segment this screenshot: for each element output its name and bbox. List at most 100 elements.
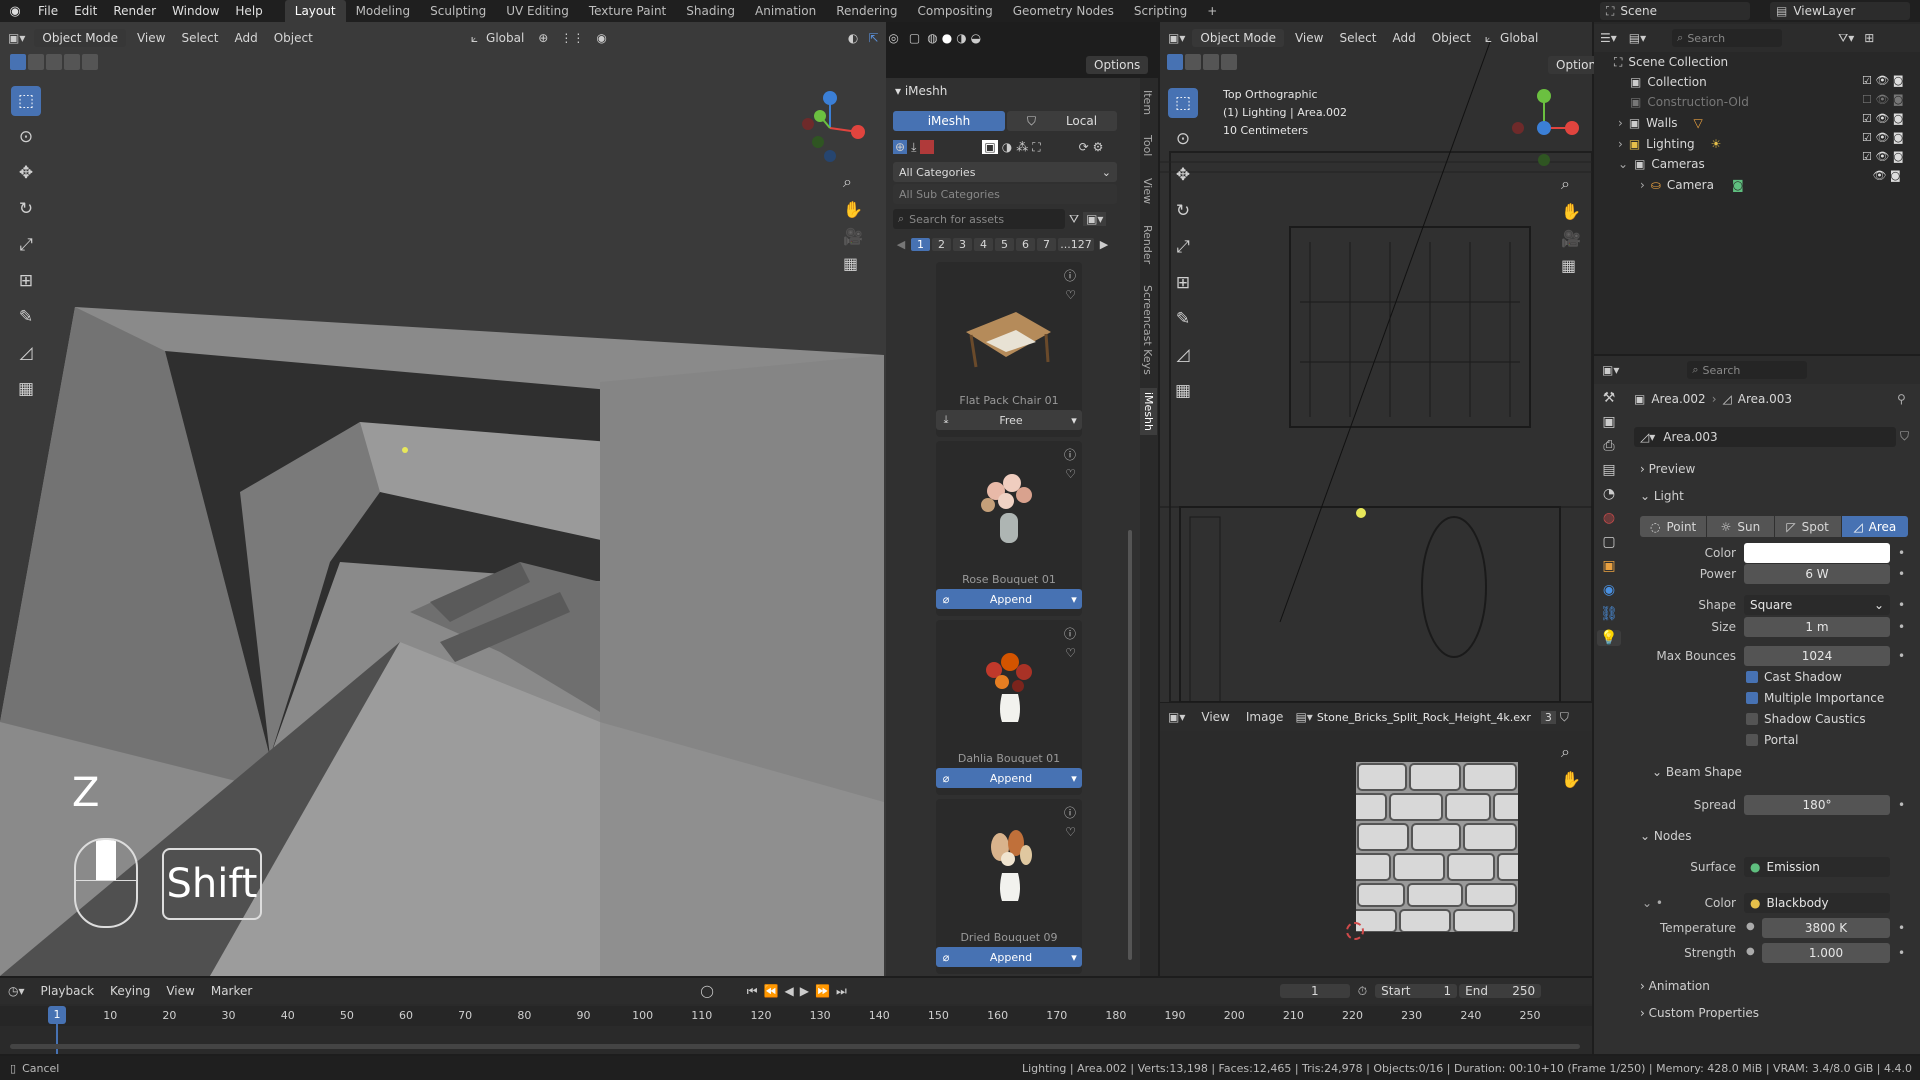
select-subtract-icon[interactable]: [46, 54, 62, 70]
shadow-caustics-checkbox[interactable]: Shadow Caustics: [1746, 712, 1866, 726]
page-4[interactable]: 4: [974, 237, 993, 251]
asset-search-input[interactable]: ⌕ Search for assets: [893, 209, 1065, 229]
menu-add[interactable]: Add: [1384, 31, 1423, 45]
shield-icon[interactable]: ⛉: [1900, 429, 1909, 444]
sidebar-tab-render[interactable]: Render: [1141, 225, 1154, 264]
temperature-field[interactable]: 3800 K: [1762, 918, 1890, 938]
pin-icon[interactable]: ⚲: [1897, 392, 1906, 406]
section-custom-properties[interactable]: › Custom Properties: [1640, 1006, 1759, 1020]
keyframe-dot-icon[interactable]: •: [1898, 946, 1905, 960]
menu-render[interactable]: Render: [105, 0, 164, 22]
select-new-icon[interactable]: [10, 54, 26, 70]
select-box-icon[interactable]: ⬚: [11, 86, 41, 116]
geo-nodes-filter-icon[interactable]: ⁂: [1016, 140, 1028, 154]
asset-append-button[interactable]: ⌀ Append ▾: [936, 589, 1082, 609]
move-icon[interactable]: ✥: [11, 158, 41, 188]
settings-gear-icon[interactable]: ⚙: [1093, 140, 1104, 154]
play-icon[interactable]: ▶: [800, 984, 809, 998]
annotate-icon[interactable]: ✎: [11, 302, 41, 332]
sidebar-tab-item[interactable]: Item: [1141, 90, 1154, 115]
left-options-button[interactable]: Options: [1086, 56, 1149, 74]
outliner-row-scene-collection[interactable]: ⛶ Scene Collection: [1614, 52, 1728, 72]
menu-add[interactable]: Add: [226, 31, 265, 45]
menu-object[interactable]: Object: [1424, 31, 1479, 45]
chevron-down-icon[interactable]: ▾: [1066, 951, 1082, 964]
light-type-spot[interactable]: ◸ Spot: [1774, 516, 1841, 537]
expand-arrow-icon[interactable]: ›: [1618, 137, 1623, 151]
keyframe-dot-icon[interactable]: •: [1898, 620, 1905, 634]
workspace-tab-texture-paint[interactable]: Texture Paint: [579, 0, 676, 22]
power-field[interactable]: 6 W: [1744, 564, 1890, 584]
keyframe-dot-icon[interactable]: •: [1898, 921, 1905, 935]
transform-icon[interactable]: ⊞: [1168, 268, 1198, 298]
jump-keyframe-forward-icon[interactable]: ⏩: [815, 984, 830, 998]
light-datablock-field[interactable]: ◿▾ Area.003: [1634, 427, 1896, 447]
workspace-tab-modeling[interactable]: Modeling: [346, 0, 421, 22]
light-type-area[interactable]: ◿ Area: [1841, 516, 1908, 537]
section-light[interactable]: ⌄ Light: [1640, 489, 1684, 503]
pan-hand-icon[interactable]: ✋: [843, 200, 863, 219]
zoom-icon[interactable]: ⌕: [1561, 174, 1581, 194]
asset-append-button[interactable]: ⌀ Append ▾: [936, 947, 1082, 967]
visibility-eye-icon[interactable]: ☑ 👁 ◙: [1862, 74, 1904, 87]
overlay-icon[interactable]: ◎: [888, 31, 898, 45]
light-type-sun[interactable]: ☼ Sun: [1707, 516, 1774, 537]
shading-rendered-icon[interactable]: ◒: [971, 31, 981, 45]
menu-playback[interactable]: Playback: [33, 984, 103, 998]
section-beam-shape[interactable]: ⌄ Beam Shape: [1652, 765, 1742, 779]
visibility-eye-icon[interactable]: ☐ 👁 ◙: [1862, 93, 1904, 106]
scale-icon[interactable]: ⤢: [11, 230, 41, 260]
zoom-icon[interactable]: ⌕: [843, 172, 863, 192]
new-collection-icon[interactable]: ⊞: [1864, 31, 1874, 45]
select-intersect-icon[interactable]: [82, 54, 98, 70]
editor-type-icon[interactable]: ▣▾: [8, 31, 25, 45]
add-workspace-button[interactable]: +: [1197, 0, 1227, 22]
timeline-editor-icon[interactable]: ◷▾: [8, 984, 25, 998]
editor-type-icon[interactable]: ▣▾: [1168, 31, 1185, 45]
scene-tab-icon[interactable]: ◔: [1603, 486, 1615, 502]
visibility-eye-icon[interactable]: ☑ 👁 ◙: [1862, 112, 1904, 125]
right-selection-mode-buttons[interactable]: [1167, 54, 1237, 70]
menu-keying[interactable]: Keying: [102, 984, 158, 998]
max-bounces-field[interactable]: 1024: [1744, 646, 1890, 666]
select-extend-icon[interactable]: [1185, 54, 1201, 70]
chevron-down-icon[interactable]: ▾: [1066, 593, 1082, 606]
visibility-eye-icon[interactable]: ☑ 👁 ◙: [1862, 131, 1904, 144]
menu-select[interactable]: Select: [1331, 31, 1384, 45]
sidebar-tab-screencast-keys[interactable]: Screencast Keys: [1141, 285, 1154, 375]
page-2[interactable]: 2: [932, 237, 951, 251]
visibility-icon[interactable]: ◐: [848, 31, 858, 45]
chevron-down-icon[interactable]: ▾: [1066, 414, 1082, 427]
menu-view[interactable]: View: [158, 984, 202, 998]
surface-shader-field[interactable]: ● Emission: [1744, 857, 1890, 877]
color-swatch-icon[interactable]: [920, 140, 935, 154]
workspace-tab-sculpting[interactable]: Sculpting: [420, 0, 496, 22]
page-6[interactable]: 6: [1016, 237, 1035, 251]
stopwatch-icon[interactable]: ⏱: [1358, 984, 1367, 999]
zoom-icon[interactable]: ⌕: [1561, 742, 1581, 762]
sub-category-dropdown[interactable]: All Sub Categories: [893, 184, 1117, 204]
world-tab-icon[interactable]: ◍: [1603, 510, 1615, 526]
pan-hand-icon[interactable]: ✋: [1561, 202, 1581, 221]
model-filter-icon[interactable]: ▣: [982, 140, 998, 154]
image-editor-type-icon[interactable]: ▣▾: [1168, 710, 1185, 724]
add-cube-icon[interactable]: ▦: [11, 374, 41, 404]
properties-search-input[interactable]: ⌕ Search: [1687, 361, 1808, 379]
outliner-row-collection[interactable]: ▣ Collection: [1630, 72, 1707, 92]
shading-solid-icon[interactable]: ●: [942, 31, 952, 45]
expand-arrow-icon[interactable]: ›: [1618, 116, 1623, 130]
camera-view-icon[interactable]: 🎥: [1561, 229, 1581, 248]
visibility-eye-icon[interactable]: ☑ 👁 ◙: [1862, 150, 1904, 163]
page-5[interactable]: 5: [995, 237, 1014, 251]
workspace-tab-uv-editing[interactable]: UV Editing: [496, 0, 579, 22]
annotate-icon[interactable]: ✎: [1168, 304, 1198, 334]
size-field[interactable]: 1 m: [1744, 617, 1890, 637]
page-last[interactable]: ...127: [1058, 237, 1094, 251]
workspace-tab-animation[interactable]: Animation: [745, 0, 826, 22]
render-tab-icon[interactable]: ▣: [1602, 414, 1615, 430]
outliner-editor-icon[interactable]: ☰▾: [1600, 31, 1617, 45]
collection-tab-icon[interactable]: ▢: [1602, 534, 1615, 550]
filter-icon[interactable]: ⛛▾: [1838, 31, 1854, 46]
play-reverse-icon[interactable]: ◀: [785, 984, 794, 998]
keyframe-dot-icon[interactable]: •: [1898, 598, 1905, 612]
